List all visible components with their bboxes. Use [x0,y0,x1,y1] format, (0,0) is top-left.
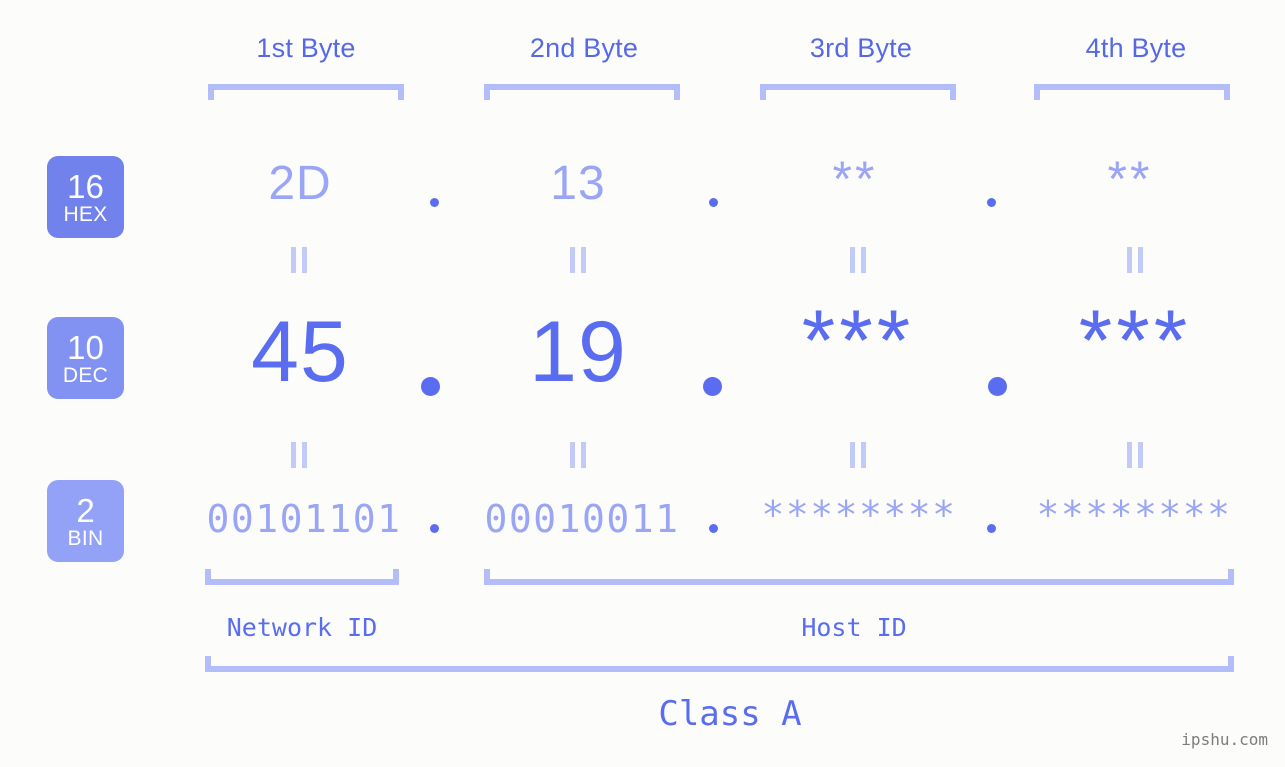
dec-byte-3-value: *** [801,293,915,389]
bin-separator-dot-1 [430,524,439,533]
equals-mark-hex-dec-3 [850,247,868,273]
ip-address-breakdown-diagram: 1st Byte 2nd Byte 3rd Byte 4th Byte 16 H… [0,0,1285,767]
equals-mark-dec-bin-2 [570,442,588,468]
byte-bracket-1 [208,84,404,100]
dec-separator-dot-1 [421,377,440,396]
base-badge-dec-name: DEC [62,363,109,387]
equals-mark-hex-dec-2 [570,247,588,273]
byte-bracket-3 [760,84,956,100]
base-badge-bin-number: 2 [76,491,95,529]
host-id-label: Host ID [801,613,907,642]
base-badge-hex-name: HEX [63,202,108,226]
equals-mark-dec-bin-1 [291,442,309,468]
byte-bracket-4 [1034,84,1230,100]
hex-separator-dot-1 [430,198,439,207]
site-watermark: ipshu.com [1181,730,1268,749]
base-badge-hex-number: 16 [67,167,104,205]
bin-byte-1-value: 00101101 [206,497,402,541]
hex-separator-dot-3 [987,198,996,207]
equals-mark-dec-bin-3 [850,442,868,468]
byte-header-label-3: 3rd Byte [809,33,913,63]
byte-header-label-1: 1st Byte [256,33,356,63]
hex-byte-3-value: ** [832,151,878,207]
base-badge-dec-number: 10 [67,328,104,366]
class-label: Class A [658,694,802,734]
dec-byte-4-value: *** [1078,293,1192,389]
base-badge-bin: 2 BIN [47,480,124,562]
base-badge-bin-name: BIN [67,526,104,550]
byte-header-label-2: 2nd Byte [529,33,639,63]
bin-separator-dot-3 [987,524,996,533]
base-badge-dec: 10 DEC [47,317,124,399]
bin-byte-4-value: ******** [1036,493,1232,537]
host-id-bracket [484,569,1234,585]
dec-byte-1-value: 45 [251,304,349,400]
bin-separator-dot-2 [709,524,718,533]
base-badge-hex: 16 HEX [47,156,124,238]
network-id-label: Network ID [226,613,378,642]
hex-byte-1-value: 2D [268,157,332,210]
dec-byte-2-value: 19 [529,304,627,400]
class-bracket [205,656,1234,672]
dec-separator-dot-2 [703,377,722,396]
bin-byte-2-value: 00010011 [484,497,680,541]
equals-mark-hex-dec-1 [291,247,309,273]
hex-byte-2-value: 13 [550,157,606,210]
network-id-bracket [205,569,399,585]
bin-byte-3-value: ******** [761,493,957,537]
equals-mark-dec-bin-4 [1127,442,1145,468]
equals-mark-hex-dec-4 [1127,247,1145,273]
hex-separator-dot-2 [709,198,718,207]
byte-header-label-4: 4th Byte [1085,33,1187,63]
hex-byte-4-value: ** [1107,151,1153,207]
dec-separator-dot-3 [988,377,1007,396]
byte-bracket-2 [484,84,680,100]
